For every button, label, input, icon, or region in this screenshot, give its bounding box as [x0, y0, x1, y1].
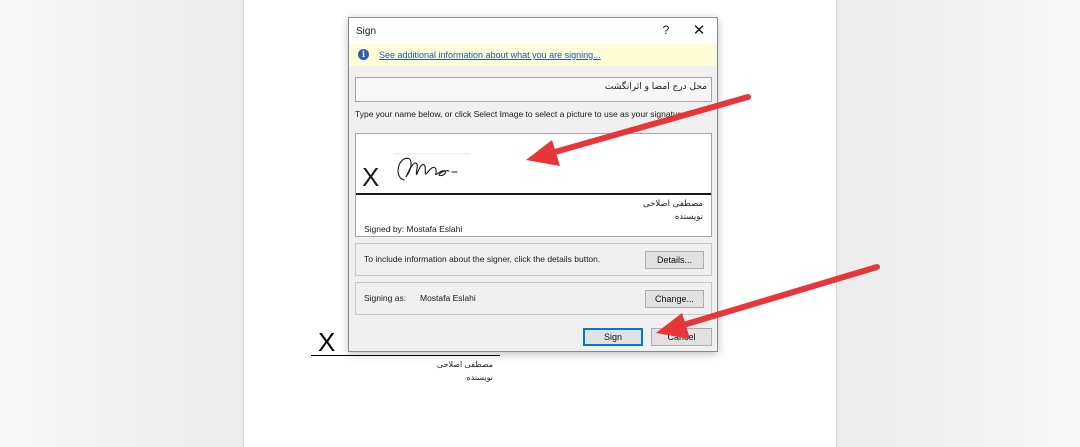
dialog-title: Sign	[356, 26, 377, 37]
dialog-titlebar: Sign ? ✕	[349, 18, 717, 44]
details-group: To include information about the signer,…	[355, 243, 712, 276]
signer-title: نویسنده	[674, 212, 703, 222]
details-description: To include information about the signer,…	[364, 254, 601, 264]
doc-signer-title: نویسنده	[466, 373, 493, 382]
info-bar: i See additional information about what …	[350, 44, 716, 66]
change-button[interactable]: Change...	[645, 290, 704, 308]
signature-x: X	[362, 162, 380, 192]
sign-button[interactable]: Sign	[583, 328, 643, 346]
help-button[interactable]: ?	[659, 23, 673, 37]
info-icon: i	[358, 49, 369, 60]
sign-dialog: Sign ? ✕ i See additional information ab…	[348, 17, 718, 352]
cancel-button[interactable]: Cancel	[651, 328, 712, 346]
signature-box[interactable]: X مصطفی اصلاحی نویسنده Signed by: Mostaf…	[355, 133, 712, 237]
signing-as-label: Signing as:	[364, 293, 407, 303]
additional-info-link[interactable]: See additional information about what yo…	[379, 50, 601, 60]
signed-by-label: Signed by: Mostafa Eslahi	[364, 224, 463, 234]
signature-line	[356, 193, 711, 195]
doc-signature-x: X	[318, 327, 336, 357]
signer-name: مصطفی اصلاحی	[643, 199, 703, 209]
signing-as-value: Mostafa Eslahi	[420, 293, 476, 303]
signature-instruction: Type your name below, or click Select Im…	[355, 109, 688, 119]
workspace-left	[0, 0, 243, 447]
details-button[interactable]: Details...	[645, 251, 704, 269]
signing-purpose-field[interactable]: محل درج امضا و اثرانگشت	[355, 77, 712, 102]
signature-image	[394, 153, 470, 181]
signing-as-group: Signing as: Mostafa Eslahi Change...	[355, 282, 712, 315]
doc-signer-name: مصطفی اصلاحی	[436, 360, 493, 369]
doc-signature-line	[311, 355, 500, 356]
workspace-right	[837, 0, 1080, 447]
close-button[interactable]: ✕	[691, 21, 707, 39]
